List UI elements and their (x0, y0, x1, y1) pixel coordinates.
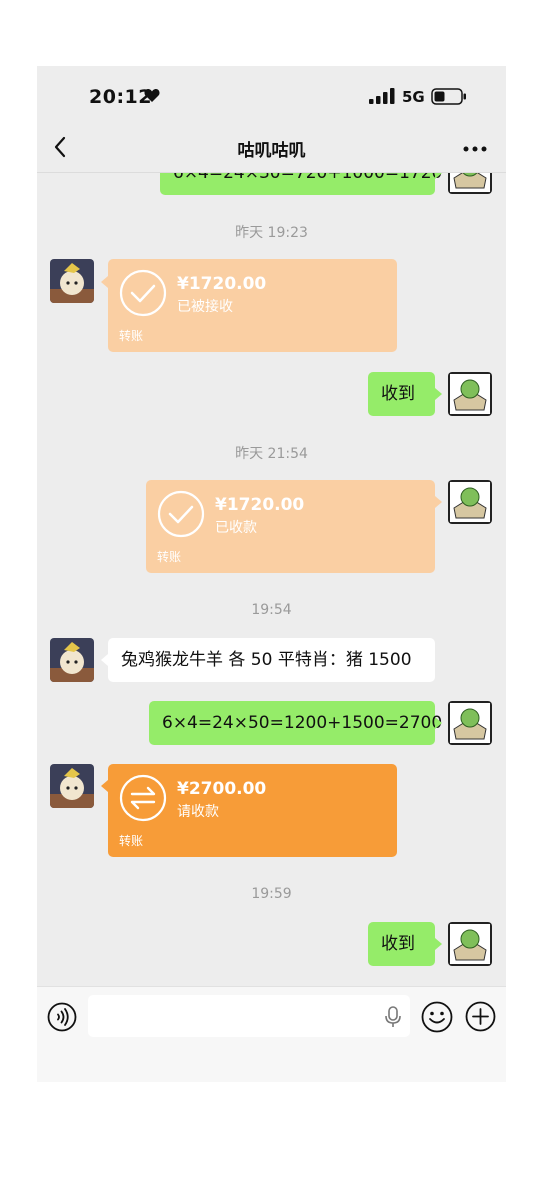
timestamp: 昨天 19:23 (235, 225, 308, 241)
input-bar (37, 986, 506, 1082)
message-bubble-outgoing[interactable]: 收到 (368, 922, 435, 966)
status-time: 20:12 (89, 86, 152, 108)
transfer-card-pending[interactable]: ¥2700.00 请收款 转账 (108, 764, 397, 857)
bubble-tail (101, 780, 108, 792)
transfer-status: 已被接收 (177, 299, 233, 315)
voice-icon[interactable] (47, 1002, 77, 1032)
signal-icon (369, 88, 395, 104)
transfer-amount: ¥1720.00 (177, 274, 267, 294)
avatar-contact-image (50, 638, 94, 682)
bubble-tail (435, 173, 442, 179)
transfer-status: 已收款 (215, 520, 257, 536)
transfer-arrows-icon (119, 774, 167, 822)
timestamp: 昨天 21:54 (235, 446, 308, 462)
phone-screen: 20:12 5G 咕叽咕叽 6×4=24×30=720+1000=1720 昨天… (37, 66, 506, 1082)
message-input[interactable] (88, 995, 410, 1037)
avatar-self[interactable] (448, 922, 492, 966)
network-type: 5G (402, 88, 425, 106)
avatar-self-image (448, 922, 492, 966)
more-icon[interactable] (463, 146, 487, 152)
bubble-tail (435, 496, 442, 508)
message-bubble-incoming[interactable]: 兔鸡猴龙牛羊 各 50 平特肖：猪 1500 (108, 638, 435, 682)
bubble-tail (101, 276, 108, 288)
avatar-self-image (448, 701, 492, 745)
avatar-self[interactable] (448, 701, 492, 745)
transfer-label: 转账 (119, 834, 144, 848)
bubble-tail (101, 654, 108, 666)
transfer-amount: ¥2700.00 (177, 779, 267, 799)
avatar-self[interactable] (448, 173, 492, 194)
check-circle-icon (157, 490, 205, 538)
transfer-card-collected[interactable]: ¥1720.00 已收款 转账 (146, 480, 435, 573)
mic-icon[interactable] (384, 1006, 402, 1028)
transfer-label: 转账 (119, 329, 144, 343)
avatar-contact[interactable] (50, 259, 94, 303)
avatar-contact[interactable] (50, 764, 94, 808)
plus-icon[interactable] (465, 1001, 496, 1032)
chat-title: 咕叽咕叽 (237, 141, 306, 161)
emoji-icon[interactable] (421, 1001, 453, 1033)
bubble-tail (435, 938, 442, 950)
avatar-contact[interactable] (50, 638, 94, 682)
transfer-amount: ¥1720.00 (215, 495, 305, 515)
transfer-label: 转账 (157, 550, 182, 564)
avatar-contact-image (50, 764, 94, 808)
avatar-self-image (448, 480, 492, 524)
avatar-self-image (448, 173, 492, 194)
avatar-self[interactable] (448, 372, 492, 416)
avatar-self[interactable] (448, 480, 492, 524)
heart-icon (144, 89, 160, 102)
timestamp: 19:59 (251, 886, 292, 902)
battery-icon (431, 88, 466, 105)
message-bubble-outgoing[interactable]: 6×4=24×50=1200+1500=2700 (149, 701, 442, 745)
timestamp: 19:54 (251, 602, 292, 618)
transfer-card-received[interactable]: ¥1720.00 已被接收 转账 (108, 259, 397, 352)
message-list[interactable]: 6×4=24×30=720+1000=1720 昨天 19:23 ¥1720.0… (37, 173, 506, 986)
avatar-contact-image (50, 259, 94, 303)
check-circle-icon (119, 269, 167, 317)
message-bubble-outgoing[interactable]: 6×4=24×30=720+1000=1720 (160, 173, 442, 195)
avatar-self-image (448, 372, 492, 416)
bubble-tail (435, 717, 442, 729)
message-bubble-outgoing[interactable]: 收到 (368, 372, 435, 416)
bubble-tail (435, 388, 442, 400)
transfer-status: 请收款 (177, 804, 219, 820)
